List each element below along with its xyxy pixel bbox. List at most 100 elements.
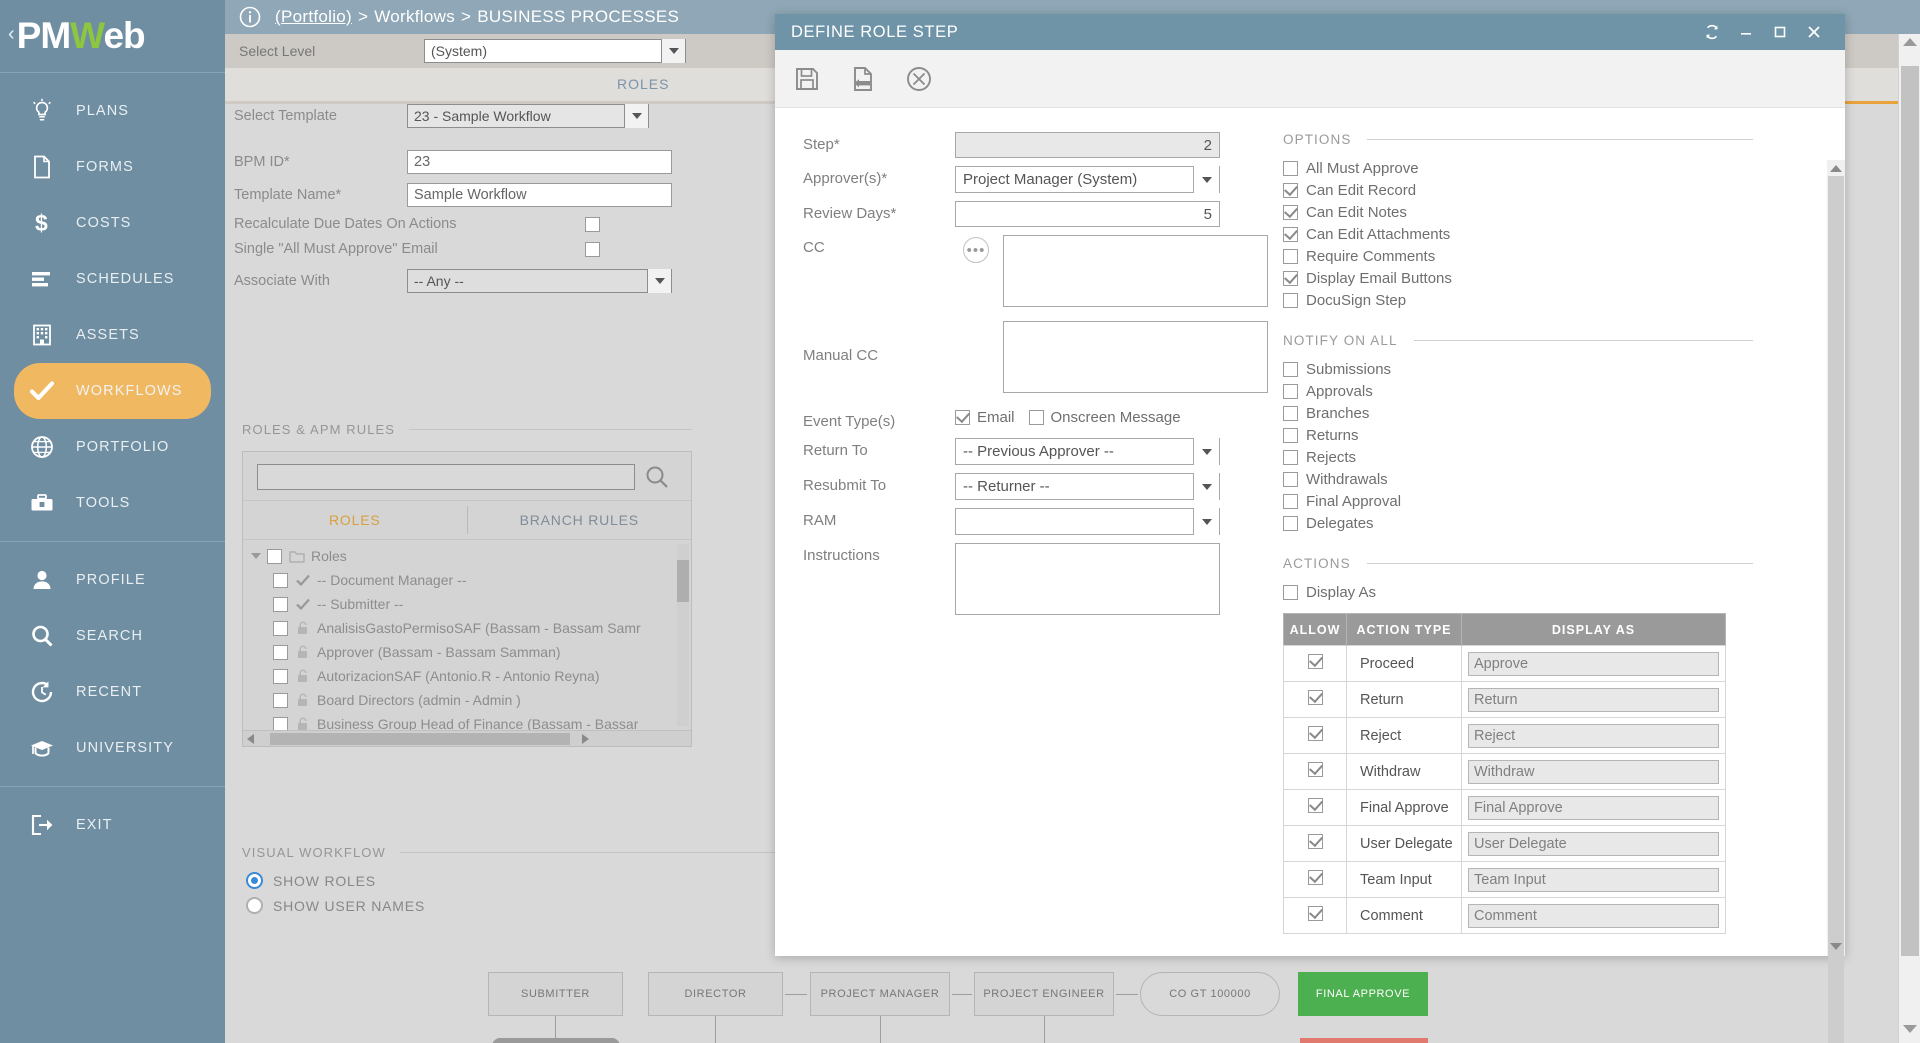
tab-roles[interactable]: ROLES: [617, 76, 669, 92]
wf-node-project-manager[interactable]: PROJECT MANAGER: [810, 972, 950, 1016]
chevron-down-icon[interactable]: [1193, 473, 1219, 500]
breadcrumb-middle[interactable]: Workflows: [374, 7, 455, 27]
roles-tree-checkbox[interactable]: [273, 621, 288, 636]
notify-checkbox[interactable]: [1283, 362, 1298, 377]
notify-checkbox[interactable]: [1283, 494, 1298, 509]
sidebar-item-profile[interactable]: PROFILE: [0, 552, 225, 608]
display-as-checkbox[interactable]: [1283, 585, 1298, 600]
close-icon[interactable]: [1797, 24, 1831, 40]
single-email-checkbox[interactable]: [585, 242, 600, 257]
option-item[interactable]: Can Edit Attachments: [1283, 226, 1753, 243]
chevron-down-icon[interactable]: [1193, 438, 1219, 465]
wf-node-director[interactable]: DIRECTOR: [648, 972, 783, 1016]
tab-roles-inner[interactable]: ROLES: [243, 512, 467, 528]
notify-item[interactable]: Final Approval: [1283, 493, 1753, 510]
instructions-textarea[interactable]: [955, 543, 1220, 615]
allow-checkbox[interactable]: [1308, 798, 1323, 813]
chevron-down-icon[interactable]: [624, 104, 648, 128]
sidebar-item-workflows[interactable]: WORKFLOWS: [14, 363, 211, 419]
allow-checkbox[interactable]: [1308, 834, 1323, 849]
roles-tree-checkbox[interactable]: [273, 669, 288, 684]
refresh-icon[interactable]: [1695, 24, 1729, 40]
notify-checkbox[interactable]: [1283, 516, 1298, 531]
app-logo[interactable]: ‹ PMWeb: [0, 0, 225, 72]
roles-tree-item[interactable]: Roles: [243, 544, 691, 568]
notify-item[interactable]: Approvals: [1283, 383, 1753, 400]
dialog-scroll-down-icon[interactable]: [1827, 938, 1845, 954]
notify-item[interactable]: Submissions: [1283, 361, 1753, 378]
allow-checkbox[interactable]: [1308, 762, 1323, 777]
ram-dropdown[interactable]: [955, 508, 1220, 535]
notify-checkbox[interactable]: [1283, 428, 1298, 443]
option-item[interactable]: DocuSign Step: [1283, 292, 1753, 309]
sidebar-item-plans[interactable]: PLANS: [0, 83, 225, 139]
dialog-scroll-up-icon[interactable]: [1827, 160, 1845, 176]
option-checkbox[interactable]: [1283, 271, 1298, 286]
option-checkbox[interactable]: [1283, 293, 1298, 308]
option-checkbox[interactable]: [1283, 227, 1298, 242]
tab-branch-rules[interactable]: BRANCH RULES: [468, 512, 692, 528]
collapse-sidebar-icon[interactable]: ‹: [8, 23, 15, 46]
roles-tree-item[interactable]: Approver (Bassam - Bassam Samman): [243, 640, 691, 664]
resubmit-to-dropdown[interactable]: -- Returner --: [955, 473, 1220, 500]
approvers-dropdown[interactable]: Project Manager (System): [955, 166, 1220, 193]
display-as-input[interactable]: Reject: [1468, 724, 1719, 748]
option-item[interactable]: Require Comments: [1283, 248, 1753, 265]
option-item[interactable]: All Must Approve: [1283, 160, 1753, 177]
page-scrollbar[interactable]: [1898, 34, 1920, 1043]
display-as-input[interactable]: Return: [1468, 688, 1719, 712]
roles-tree-item[interactable]: Business Group Head of Finance (Bassam -…: [243, 712, 691, 730]
show-user-names-radio[interactable]: [246, 897, 263, 914]
display-as-input[interactable]: Approve: [1468, 652, 1719, 676]
option-checkbox[interactable]: [1283, 249, 1298, 264]
roles-tree-checkbox[interactable]: [273, 597, 288, 612]
display-as-input[interactable]: Team Input: [1468, 868, 1719, 892]
display-as-checkbox-row[interactable]: Display As: [1283, 584, 1753, 601]
notify-checkbox[interactable]: [1283, 384, 1298, 399]
allow-checkbox[interactable]: [1308, 690, 1323, 705]
sidebar-item-university[interactable]: UNIVERSITY: [0, 720, 225, 776]
notify-item[interactable]: Branches: [1283, 405, 1753, 422]
option-item[interactable]: Display Email Buttons: [1283, 270, 1753, 287]
sidebar-item-portfolio[interactable]: PORTFOLIO: [0, 419, 225, 475]
save-and-new-icon[interactable]: [849, 65, 877, 93]
display-as-input[interactable]: Withdraw: [1468, 760, 1719, 784]
sidebar-item-costs[interactable]: $COSTS: [0, 195, 225, 251]
roles-tree-scrollbar[interactable]: [677, 544, 689, 726]
notify-item[interactable]: Rejects: [1283, 449, 1753, 466]
recalculate-checkbox[interactable]: [585, 217, 600, 232]
step-input[interactable]: 2: [955, 132, 1220, 158]
wf-node-submitter[interactable]: SUBMITTER: [488, 972, 623, 1016]
event-type-email[interactable]: Email: [955, 409, 1015, 426]
cancel-icon[interactable]: [905, 65, 933, 93]
sidebar-item-assets[interactable]: ASSETS: [0, 307, 225, 363]
display-as-input[interactable]: Final Approve: [1468, 796, 1719, 820]
sidebar-item-search[interactable]: SEARCH: [0, 608, 225, 664]
chevron-down-icon[interactable]: [661, 39, 685, 63]
cc-textarea[interactable]: [1003, 235, 1268, 307]
notify-checkbox[interactable]: [1283, 450, 1298, 465]
scroll-right-icon[interactable]: [582, 734, 589, 744]
option-checkbox[interactable]: [1283, 161, 1298, 176]
scroll-left-icon[interactable]: [247, 734, 254, 744]
sidebar-item-schedules[interactable]: SCHEDULES: [0, 251, 225, 307]
notify-item[interactable]: Returns: [1283, 427, 1753, 444]
roles-tree-checkbox[interactable]: [273, 573, 288, 588]
option-checkbox[interactable]: [1283, 205, 1298, 220]
wf-node-final-approve[interactable]: FINAL APPROVE: [1298, 972, 1428, 1016]
manual-cc-textarea[interactable]: [1003, 321, 1268, 393]
option-item[interactable]: Can Edit Record: [1283, 182, 1753, 199]
roles-tree-item[interactable]: Board Directors (admin - Admin ): [243, 688, 691, 712]
expand-arrow-icon[interactable]: [251, 553, 261, 559]
minimize-icon[interactable]: [1729, 24, 1763, 40]
scroll-up-icon[interactable]: [1903, 38, 1917, 46]
onscreen-checkbox[interactable]: [1029, 410, 1044, 425]
display-as-input[interactable]: User Delegate: [1468, 832, 1719, 856]
roles-tree-checkbox[interactable]: [273, 717, 288, 731]
event-type-onscreen[interactable]: Onscreen Message: [1029, 409, 1181, 426]
dialog-titlebar[interactable]: DEFINE ROLE STEP: [775, 14, 1845, 50]
review-days-input[interactable]: 5: [955, 201, 1220, 227]
roles-tree-item[interactable]: AnalisisGastoPermisoSAF (Bassam - Bassam…: [243, 616, 691, 640]
associate-with-dropdown[interactable]: -- Any --: [407, 269, 672, 293]
search-icon[interactable]: [635, 464, 679, 490]
